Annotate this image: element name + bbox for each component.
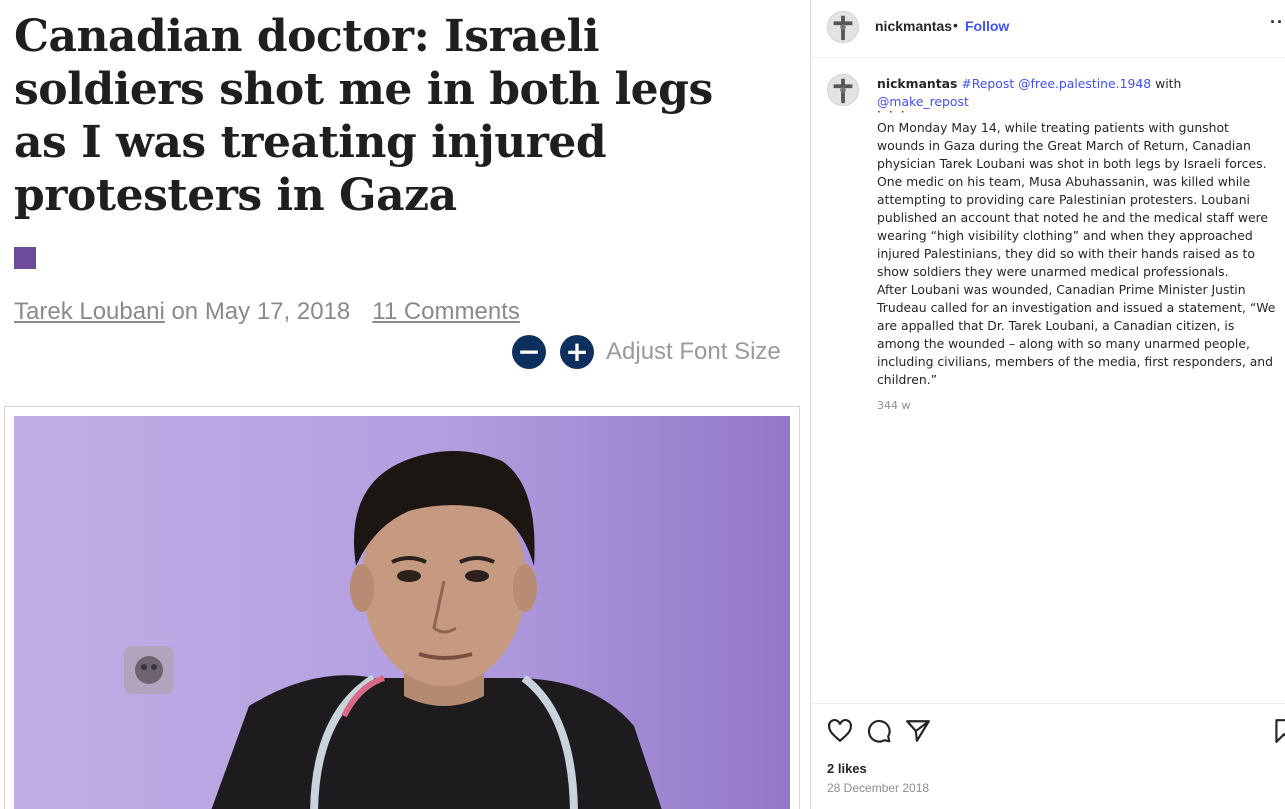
follow-button[interactable]: Follow bbox=[965, 18, 1009, 34]
like-count[interactable]: 2 likes bbox=[827, 761, 867, 776]
heart-icon[interactable] bbox=[827, 718, 853, 744]
header-username[interactable]: nickmantas bbox=[875, 18, 952, 34]
post-date: 28 December 2018 bbox=[827, 781, 930, 795]
post-header: nickmantas • Follow ··· bbox=[811, 0, 1285, 58]
caption-with: with bbox=[1155, 76, 1182, 91]
decrease-font-button[interactable]: − bbox=[512, 335, 546, 369]
article-screenshot: Canadian doctor: Israeli soldiers shot m… bbox=[0, 0, 810, 809]
date-prefix: on bbox=[164, 298, 205, 325]
increase-font-button[interactable]: + bbox=[560, 335, 594, 369]
post-caption: nickmantas #Repost @free.palestine.1948 … bbox=[877, 75, 1277, 415]
font-size-control: − + Adjust Font Size bbox=[512, 334, 781, 370]
comments-link[interactable]: 11 Comments bbox=[372, 298, 520, 325]
instagram-post-panel: nickmantas • Follow ··· nickmantas #Repo… bbox=[810, 0, 1285, 809]
caption-avatar[interactable] bbox=[827, 74, 859, 106]
article-date: May 17, 2018 bbox=[204, 298, 351, 325]
separator-dot: • bbox=[953, 17, 958, 33]
more-options-icon[interactable]: ··· bbox=[1270, 12, 1285, 33]
crucifix-avatar-icon bbox=[828, 75, 858, 105]
byline: Tarek Loubani on May 17, 2018 11 Comments bbox=[14, 298, 520, 326]
share-icon[interactable] bbox=[905, 718, 931, 744]
comment-icon[interactable] bbox=[866, 718, 892, 744]
caption-paragraph-1: On Monday May 14, while treating patient… bbox=[877, 120, 1269, 279]
hashtag-repost[interactable]: #Repost bbox=[961, 76, 1014, 91]
category-square bbox=[14, 247, 36, 269]
mention-free-palestine[interactable]: @free.palestine.1948 bbox=[1018, 76, 1151, 91]
doctor-portrait-illustration bbox=[14, 416, 790, 809]
avatar[interactable] bbox=[827, 11, 859, 43]
crucifix-avatar-icon bbox=[828, 12, 858, 42]
caption-username[interactable]: nickmantas bbox=[877, 76, 957, 91]
font-size-label: Adjust Font Size bbox=[606, 338, 781, 365]
caption-paragraph-2: After Loubani was wounded, Canadian Prim… bbox=[877, 282, 1276, 387]
caption-timestamp[interactable]: 344 w bbox=[877, 397, 1277, 415]
article-headline: Canadian doctor: Israeli soldiers shot m… bbox=[14, 11, 713, 221]
doctor-photo bbox=[14, 416, 790, 809]
bookmark-icon[interactable] bbox=[1271, 718, 1285, 744]
author-link[interactable]: Tarek Loubani bbox=[14, 298, 165, 325]
post-actions: 2 likes 28 December 2018 bbox=[811, 703, 1285, 809]
